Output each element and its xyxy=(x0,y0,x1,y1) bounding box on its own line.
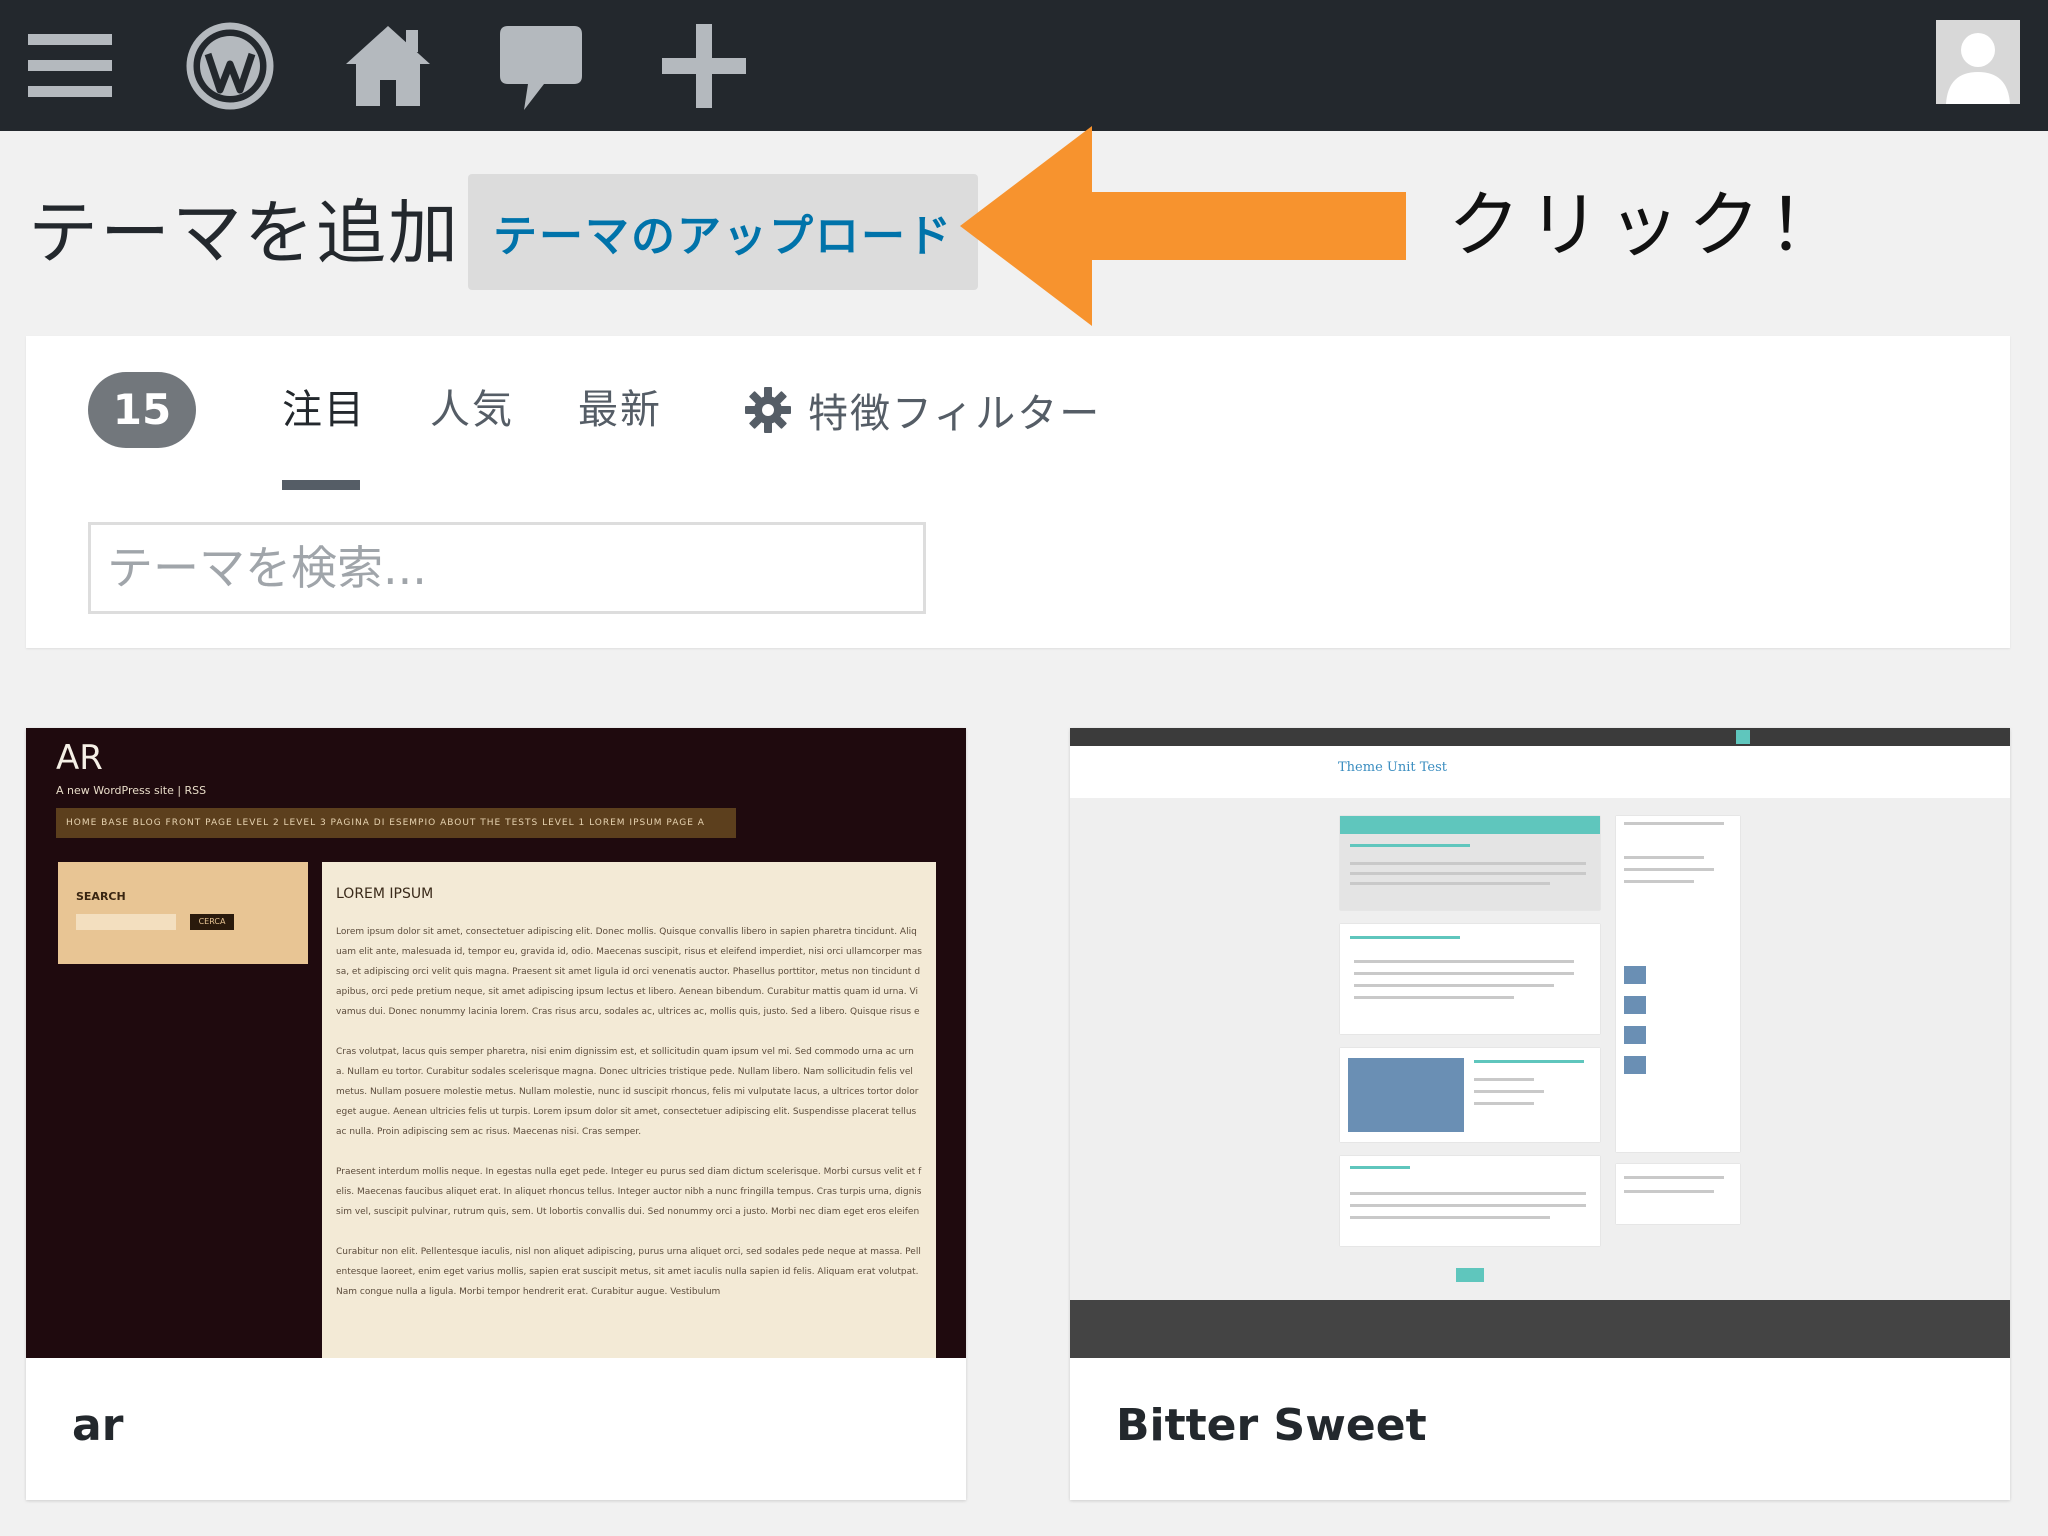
preview-search-label: SEARCH xyxy=(76,890,126,903)
annotation-arrow-icon xyxy=(960,126,1410,326)
preview-post-card xyxy=(1340,924,1600,1034)
preview-featured-bar xyxy=(1340,816,1600,834)
preview-footer xyxy=(1070,1300,2010,1358)
preview-content: LOREM IPSUM Lorem ipsum dolor sit amet, … xyxy=(322,862,936,1358)
theme-card-ar[interactable]: AR A new WordPress site | RSS HOME BASE … xyxy=(26,728,966,1500)
preview-paragraph: Cras volutpat, lacus quis semper pharetr… xyxy=(336,1047,919,1137)
preview-search-widget: SEARCH CERCA xyxy=(58,862,308,964)
tab-popular[interactable]: 人気 xyxy=(430,382,514,438)
tab-latest[interactable]: 最新 xyxy=(578,382,662,438)
preview-search-icon xyxy=(1736,730,1750,744)
preview-sidebar-widget xyxy=(1616,1164,1740,1224)
preview-content-title: LOREM IPSUM xyxy=(336,886,434,902)
feature-filter-label: 特徴フィルター xyxy=(808,391,1102,437)
preview-paragraph: Curabitur non elit. Pellentesque iaculis… xyxy=(336,1247,921,1297)
preview-thumbnail xyxy=(1348,1058,1464,1132)
preview-pagination xyxy=(1456,1268,1484,1282)
comment-icon[interactable] xyxy=(494,18,590,114)
click-annotation: クリック！ xyxy=(1448,183,1849,267)
admin-bar xyxy=(0,0,2048,131)
gear-icon xyxy=(744,386,792,434)
preview-post-card xyxy=(1340,1048,1600,1142)
preview-nav: HOME BASE BLOG FRONT PAGE LEVEL 2 LEVEL … xyxy=(56,808,736,838)
theme-card-bitter-sweet[interactable]: Theme Unit Test Bitter Sweet xyxy=(1070,728,2010,1500)
preview-topbar xyxy=(1070,728,2010,746)
tab-featured[interactable]: 注目 xyxy=(282,382,366,438)
active-tab-indicator xyxy=(282,480,360,490)
home-icon[interactable] xyxy=(340,18,436,114)
theme-count-badge: 15 xyxy=(88,372,196,448)
theme-screenshot: AR A new WordPress site | RSS HOME BASE … xyxy=(26,728,966,1358)
preview-search-field xyxy=(76,914,176,930)
theme-search-input[interactable] xyxy=(88,522,926,614)
upload-theme-button[interactable]: テーマのアップロード xyxy=(468,174,978,290)
feature-filter-button[interactable]: 特徴フィルター xyxy=(744,380,1101,440)
theme-screenshot: Theme Unit Test xyxy=(1070,728,2010,1358)
preview-site-title: AR xyxy=(56,738,103,778)
preview-post-card xyxy=(1340,816,1600,910)
preview-paragraph: Praesent interdum mollis neque. In egest… xyxy=(336,1167,922,1217)
user-avatar-icon[interactable] xyxy=(1936,20,2020,104)
preview-header: Theme Unit Test xyxy=(1070,746,2010,798)
wordpress-logo-icon[interactable] xyxy=(182,18,278,114)
preview-paragraph: Lorem ipsum dolor sit amet, consectetuer… xyxy=(336,927,922,1017)
menu-icon[interactable] xyxy=(24,18,120,114)
page-title: テーマを追加 xyxy=(28,192,460,274)
preview-search-button: CERCA xyxy=(190,914,234,930)
preview-post-card xyxy=(1340,1156,1600,1246)
theme-filter-panel: 15 注目 人気 最新 特徴フィルター xyxy=(26,336,2010,648)
preview-tagline: A new WordPress site | RSS xyxy=(56,784,207,797)
plus-icon[interactable] xyxy=(656,18,752,114)
theme-name: Bitter Sweet xyxy=(1116,1400,1427,1451)
preview-sidebar xyxy=(1616,816,1740,1152)
preview-site-title: Theme Unit Test xyxy=(1338,760,1447,775)
theme-name: ar xyxy=(72,1400,124,1451)
